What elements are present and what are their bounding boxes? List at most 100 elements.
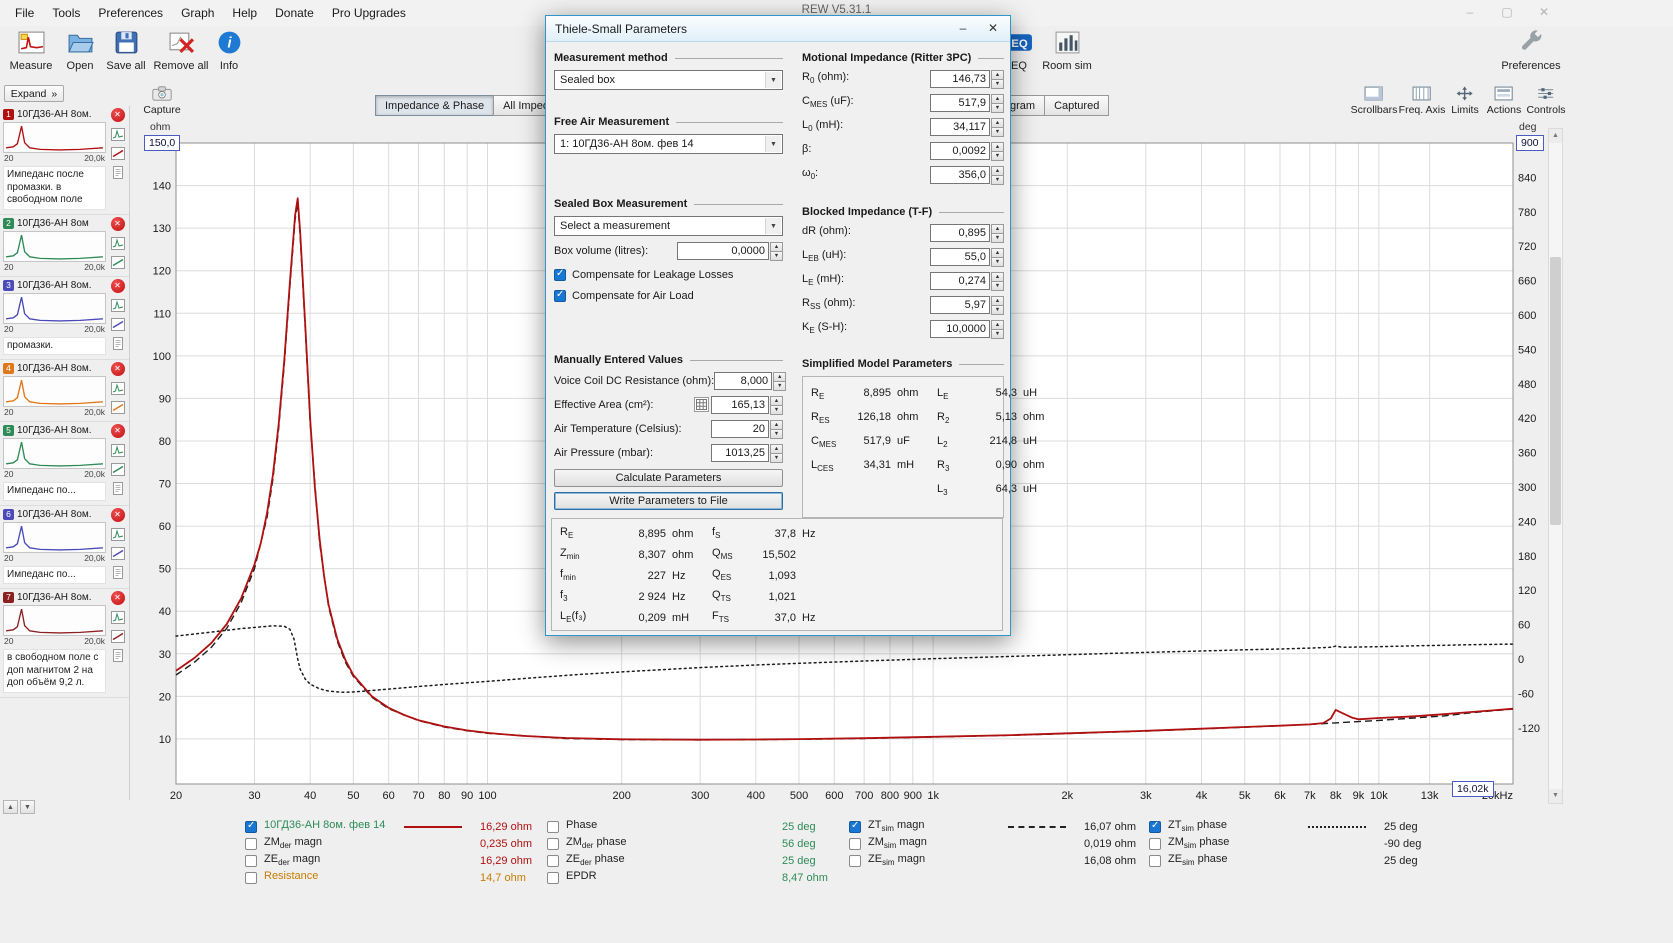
measurement-item[interactable]: 6 10ГД36-АН 8ом. 20 20,0k Импеданс по... …	[0, 506, 129, 589]
legend-checkbox[interactable]	[1149, 854, 1161, 867]
effective-area-calculator-icon[interactable]	[694, 397, 709, 412]
leakage-losses-checkbox[interactable]	[554, 268, 566, 281]
measurement-thumbnail[interactable]	[3, 230, 106, 262]
expand-button[interactable]: Expand»	[4, 85, 64, 102]
remove-all-button[interactable]: Remove all	[152, 29, 210, 72]
sealed-box-measurement-select[interactable]: Select a measurement ▼	[554, 216, 783, 236]
leb-spinner[interactable]: 55,0 ▲ ▼	[930, 247, 1004, 267]
spinner-arrows-icon[interactable]: ▲ ▼	[770, 443, 783, 463]
spinner-arrows-icon[interactable]: ▲ ▼	[991, 93, 1004, 113]
r0-spinner[interactable]: 146,73 ▲ ▼	[930, 69, 1004, 89]
beta-spinner[interactable]: 0,0092 ▲ ▼	[930, 141, 1004, 161]
legend-trace-name[interactable]: EPDR	[564, 870, 702, 884]
legend-checkbox[interactable]	[849, 854, 861, 867]
measurement-method-select[interactable]: Sealed box ▼	[554, 70, 783, 90]
le-spinner[interactable]: 0,274 ▲ ▼	[930, 271, 1004, 291]
cursor-frequency-box[interactable]: 16,02k	[1452, 781, 1494, 797]
close-icon[interactable]: ✕	[110, 362, 125, 376]
air-temperature-spinner[interactable]: 20 ▲ ▼	[711, 419, 783, 439]
dialog-close-icon[interactable]: ✕	[978, 18, 1008, 39]
spinner-arrows-icon[interactable]: ▲ ▼	[991, 319, 1004, 339]
spinner-arrows-icon[interactable]: ▲ ▼	[773, 371, 787, 391]
box-volume-spinner[interactable]: 0,0000 ▲ ▼	[677, 241, 783, 261]
measurement-item[interactable]: 4 10ГД36-АН 8ом. 20 20,0k ✕	[0, 360, 129, 422]
save-all-button[interactable]: Save all	[102, 29, 150, 72]
rss-spinner[interactable]: 5,97 ▲ ▼	[930, 295, 1004, 315]
capture-button[interactable]: Capture	[138, 86, 186, 116]
legend-trace-name[interactable]: ZMder magn	[262, 836, 400, 850]
notes-icon[interactable]	[111, 482, 125, 495]
measurement-thumbnail[interactable]	[3, 438, 106, 469]
dr-spinner[interactable]: 0,895 ▲ ▼	[930, 223, 1004, 243]
spinner-arrows-icon[interactable]: ▲ ▼	[991, 247, 1004, 267]
measurement-item[interactable]: 7 10ГД36-АН 8ом. 20 20,0k в свободном пол…	[0, 589, 129, 698]
legend-trace-name[interactable]: ZEsim phase	[1166, 853, 1304, 867]
measurement-note[interactable]: Импеданс по...	[3, 565, 106, 584]
effective-area-spinner[interactable]: 165,13 ▲ ▼	[711, 395, 783, 415]
mini-chart-icon[interactable]	[110, 527, 125, 541]
legend-checkbox[interactable]	[245, 837, 257, 850]
mini-chart-icon[interactable]	[110, 611, 125, 624]
close-icon[interactable]: ✕	[110, 278, 125, 293]
legend-checkbox[interactable]	[245, 871, 257, 884]
trace-style-icon[interactable]	[110, 317, 125, 331]
calculate-parameters-button[interactable]: Calculate Parameters	[554, 469, 783, 487]
trace-style-icon[interactable]	[110, 630, 125, 643]
freq-axis-button[interactable]: Freq. Axis	[1398, 86, 1446, 116]
menu-help[interactable]: Help	[223, 2, 266, 24]
scroll-down-icon[interactable]: ▼	[1549, 789, 1562, 803]
sidebar-scroll-up-icon[interactable]: ▲	[3, 800, 18, 814]
scroll-up-icon[interactable]: ▲	[1549, 129, 1562, 143]
dc-resistance-spinner[interactable]: 8,000 ▲ ▼	[714, 371, 787, 391]
spinner-arrows-icon[interactable]: ▲ ▼	[991, 223, 1004, 243]
measurement-thumbnail[interactable]	[3, 521, 106, 553]
free-air-measurement-select[interactable]: 1: 10ГД36-АН 8ом. фев 14 ▼	[554, 134, 783, 154]
close-icon[interactable]: ✕	[110, 108, 125, 122]
trace-style-icon[interactable]	[110, 255, 125, 269]
legend-checkbox[interactable]	[245, 820, 257, 833]
measurement-thumbnail[interactable]	[3, 605, 106, 636]
measurement-thumbnail[interactable]	[3, 122, 106, 153]
sidebar-scroll-down-icon[interactable]: ▼	[20, 800, 35, 814]
air-load-checkbox[interactable]	[554, 289, 566, 302]
ke-spinner[interactable]: 10,0000 ▲ ▼	[930, 319, 1004, 339]
window-maximize-button[interactable]: ▢	[1492, 2, 1522, 22]
tab-impedance-phase[interactable]: Impedance & Phase	[375, 95, 495, 116]
legend-trace-name[interactable]: ZMsim phase	[1166, 836, 1304, 850]
legend-trace-name[interactable]: Resistance	[262, 870, 400, 884]
l0-spinner[interactable]: 34,117 ▲ ▼	[930, 117, 1004, 137]
window-minimize-button[interactable]: –	[1455, 2, 1485, 22]
menu-preferences[interactable]: Preferences	[89, 2, 172, 24]
spinner-arrows-icon[interactable]: ▲ ▼	[991, 117, 1004, 137]
close-icon[interactable]: ✕	[110, 216, 125, 231]
spinner-arrows-icon[interactable]: ▲ ▼	[770, 241, 783, 261]
legend-checkbox[interactable]	[547, 837, 559, 850]
spinner-arrows-icon[interactable]: ▲ ▼	[770, 395, 783, 415]
measurement-note[interactable]: в свободном поле с доп магнитом 2 на доп…	[3, 649, 106, 693]
info-button[interactable]: i Info	[212, 29, 246, 72]
window-close-button[interactable]: ✕	[1529, 2, 1559, 22]
legend-trace-name[interactable]: ZMder phase	[564, 836, 702, 850]
menu-file[interactable]: File	[6, 2, 43, 24]
notes-icon[interactable]	[111, 336, 125, 350]
notes-icon[interactable]	[111, 649, 125, 662]
close-icon[interactable]: ✕	[110, 591, 125, 605]
measurement-thumbnail[interactable]	[3, 292, 106, 324]
scrollbar-thumb[interactable]	[1550, 257, 1561, 525]
legend-checkbox[interactable]	[245, 854, 257, 867]
spinner-arrows-icon[interactable]: ▲ ▼	[991, 271, 1004, 291]
mini-chart-icon[interactable]	[110, 128, 125, 141]
legend-checkbox[interactable]	[547, 871, 559, 884]
open-button[interactable]: Open	[58, 29, 102, 72]
legend-trace-name[interactable]: Phase	[564, 819, 702, 833]
menu-pro-upgrades[interactable]: Pro Upgrades	[323, 2, 415, 24]
close-icon[interactable]: ✕	[110, 424, 125, 438]
spinner-arrows-icon[interactable]: ▲ ▼	[991, 141, 1004, 161]
spinner-arrows-icon[interactable]: ▲ ▼	[770, 419, 783, 439]
mini-chart-icon[interactable]	[110, 382, 125, 395]
legend-trace-name[interactable]: ZEsim magn	[866, 853, 1004, 867]
measurement-item[interactable]: 5 10ГД36-АН 8ом. 20 20,0k Импеданс по... …	[0, 422, 129, 506]
menu-tools[interactable]: Tools	[43, 2, 89, 24]
room-sim-button[interactable]: Room sim	[1040, 29, 1094, 72]
menu-donate[interactable]: Donate	[266, 2, 323, 24]
